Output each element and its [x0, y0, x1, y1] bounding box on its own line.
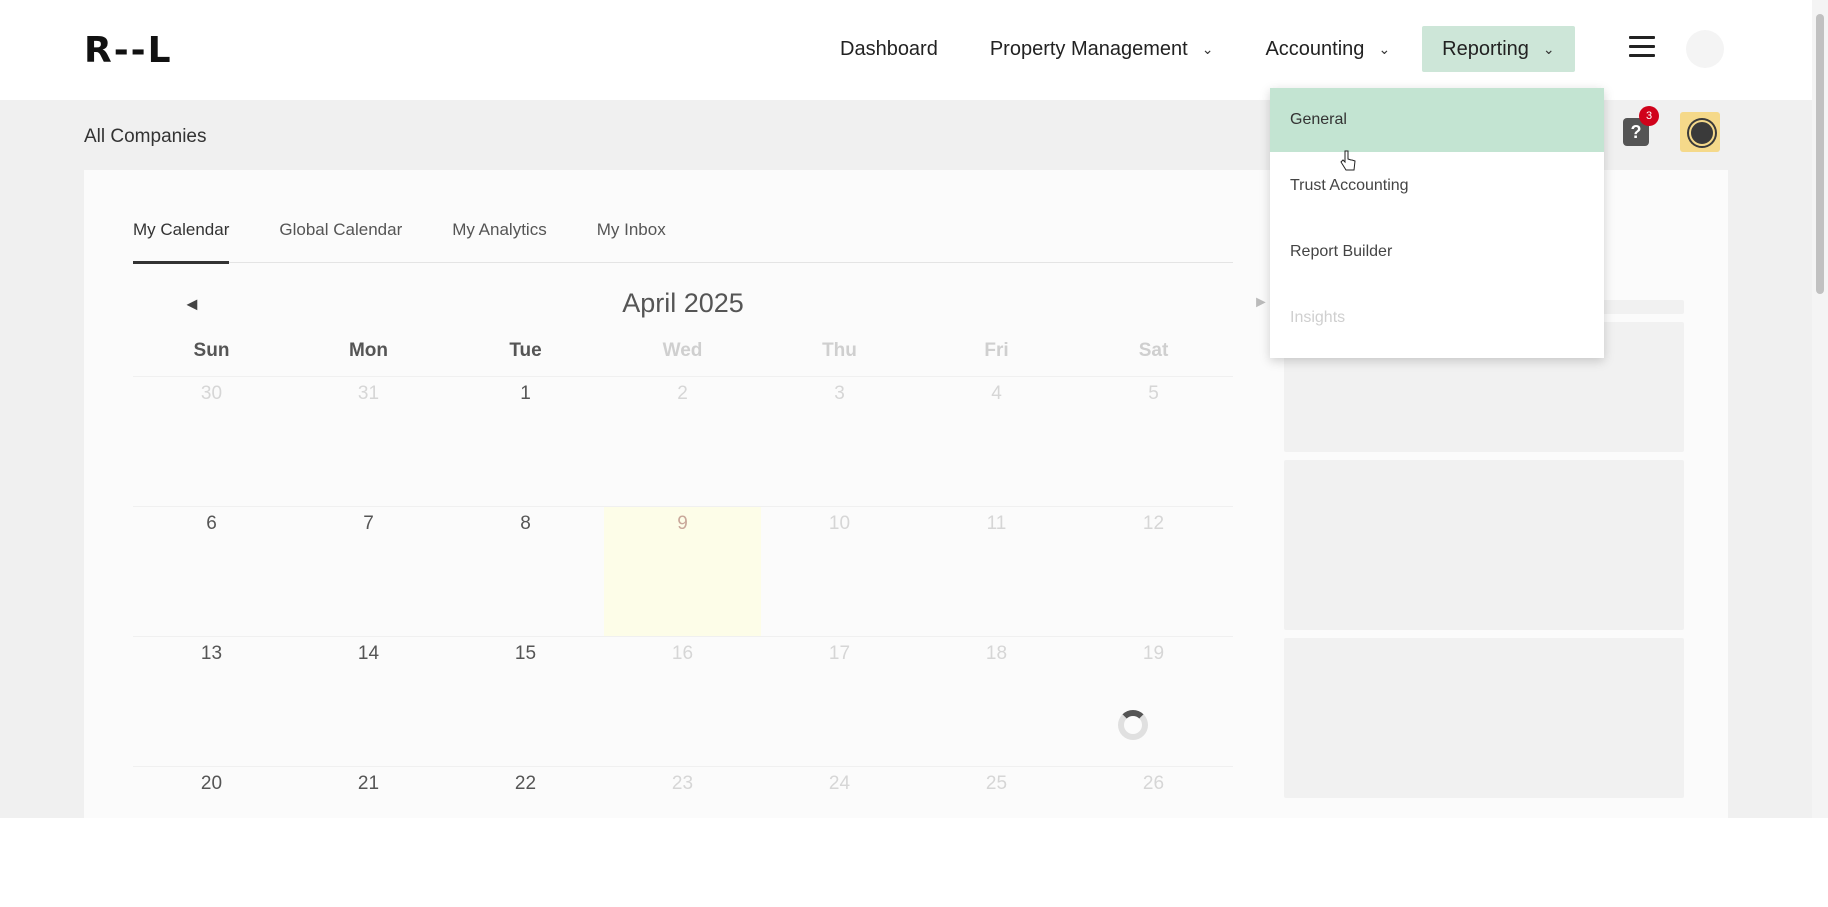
calendar-day[interactable]: 31 — [290, 377, 447, 506]
brand-logo[interactable]: R--L — [84, 30, 173, 71]
chevron-down-icon: ⌄ — [1201, 40, 1214, 57]
profile-button[interactable] — [1680, 112, 1720, 152]
calendar-day[interactable]: 6 — [133, 507, 290, 636]
side-panel-card — [1284, 638, 1684, 798]
scrollbar-thumb[interactable] — [1816, 14, 1824, 294]
calendar-week: 6 7 8 9 10 11 12 — [133, 506, 1233, 636]
page-footer-area — [0, 818, 1828, 907]
nav-accounting[interactable]: Accounting ⌄ — [1245, 26, 1410, 72]
calendar-day[interactable]: 15 — [447, 637, 604, 766]
hand-cursor-icon — [1340, 150, 1356, 171]
weekday-label: Mon — [348, 340, 389, 361]
tab-my-calendar[interactable]: My Calendar — [133, 220, 230, 264]
nav-dashboard-label: Dashboard — [840, 37, 938, 60]
tab-global-calendar[interactable]: Global Calendar — [279, 220, 402, 261]
calendar-week: 30 31 1 2 3 4 5 — [133, 376, 1233, 506]
calendar-day[interactable]: 1 — [447, 377, 604, 506]
page-scrollbar[interactable] — [1812, 0, 1828, 818]
company-selector[interactable]: All Companies — [84, 126, 207, 148]
calendar-day-today[interactable]: 9 — [604, 507, 761, 636]
chevron-down-icon: ⌄ — [1542, 40, 1555, 57]
side-panel-card — [1284, 460, 1684, 630]
calendar-grid: Sun Mon Tue Wed Thu Fri Sat 30 31 1 2 3 … — [133, 340, 1233, 896]
weekday-label: Fri — [984, 340, 1009, 361]
calendar-day[interactable]: 4 — [918, 377, 1075, 506]
tab-bar: My Calendar Global Calendar My Analytics… — [133, 220, 1233, 264]
calendar-day[interactable]: 13 — [133, 637, 290, 766]
next-month-icon[interactable]: ► — [1253, 294, 1269, 312]
weekday-label: Sun — [193, 340, 230, 361]
nav-property-management-label: Property Management — [989, 37, 1188, 60]
calendar-day[interactable]: 3 — [761, 377, 918, 506]
menu-item-trust-accounting[interactable]: Trust Accounting — [1270, 154, 1604, 218]
weekday-label: Thu — [822, 340, 857, 361]
calendar-day[interactable]: 19 — [1075, 637, 1232, 766]
menu-item-insights[interactable]: Insights — [1270, 286, 1604, 350]
calendar-day[interactable]: 18 — [918, 637, 1075, 766]
calendar-day[interactable]: 30 — [133, 377, 290, 506]
nav-accounting-label: Accounting — [1265, 37, 1365, 60]
calendar-day[interactable]: 7 — [290, 507, 447, 636]
weekday-label: Wed — [662, 340, 703, 361]
chevron-down-icon: ⌄ — [1378, 40, 1391, 57]
calendar-day[interactable]: 10 — [761, 507, 918, 636]
calendar-day[interactable]: 14 — [290, 637, 447, 766]
menu-item-report-builder[interactable]: Report Builder — [1270, 220, 1604, 284]
calendar-header: ◄ April 2025 ► — [133, 288, 1269, 328]
hamburger-menu-icon[interactable] — [1629, 36, 1655, 58]
calendar-day[interactable]: 12 — [1075, 507, 1232, 636]
calendar-day[interactable]: 2 — [604, 377, 761, 506]
weekday-label: Sat — [1138, 340, 1169, 361]
top-header: R--L Dashboard Property Management ⌄ Acc… — [0, 0, 1812, 100]
weekday-header-row: Sun Mon Tue Wed Thu Fri Sat — [133, 340, 1233, 376]
calendar-week: 13 14 15 16 17 18 19 — [133, 636, 1233, 766]
weekday-label: Tue — [509, 340, 542, 361]
tab-my-inbox[interactable]: My Inbox — [597, 220, 666, 261]
user-avatar[interactable] — [1686, 30, 1724, 68]
side-panel — [1284, 300, 1684, 806]
main-nav: Dashboard Property Management ⌄ Accounti… — [820, 26, 1587, 72]
reporting-dropdown-menu: General Trust Accounting Report Builder … — [1270, 88, 1604, 358]
loading-spinner-icon — [1118, 710, 1148, 740]
calendar-day[interactable]: 5 — [1075, 377, 1232, 506]
menu-item-general[interactable]: General — [1270, 88, 1604, 152]
nav-reporting-label: Reporting — [1442, 37, 1529, 60]
calendar-day[interactable]: 8 — [447, 507, 604, 636]
month-title: April 2025 — [622, 288, 744, 318]
notification-badge: 3 — [1639, 106, 1659, 126]
calendar-day[interactable]: 16 — [604, 637, 761, 766]
nav-dashboard[interactable]: Dashboard — [820, 26, 958, 72]
nav-reporting[interactable]: Reporting ⌄ — [1422, 26, 1575, 72]
nav-property-management[interactable]: Property Management ⌄ — [970, 26, 1234, 72]
calendar-day[interactable]: 11 — [918, 507, 1075, 636]
calendar-day[interactable]: 17 — [761, 637, 918, 766]
tab-my-analytics[interactable]: My Analytics — [452, 220, 546, 261]
user-face-icon — [1689, 120, 1715, 146]
